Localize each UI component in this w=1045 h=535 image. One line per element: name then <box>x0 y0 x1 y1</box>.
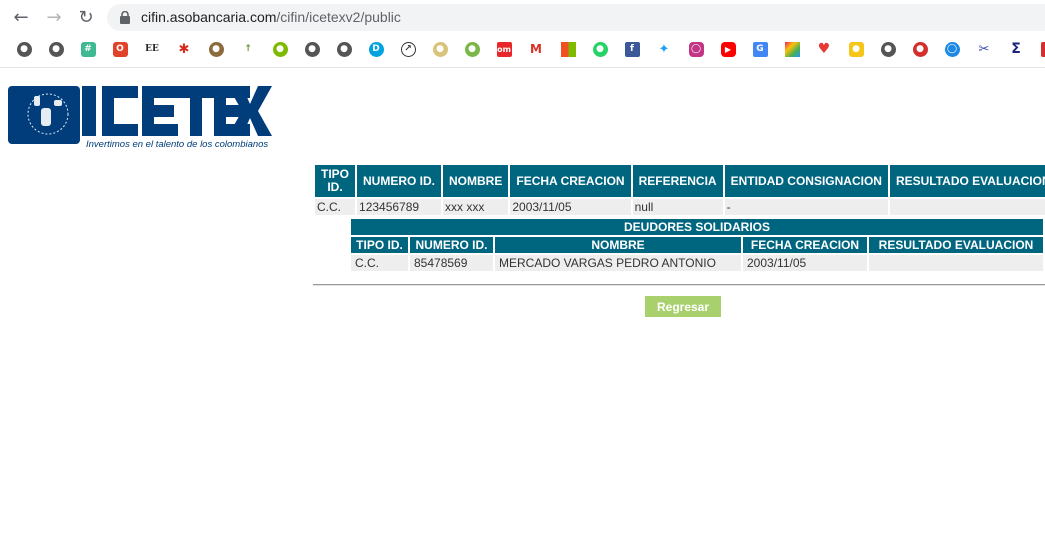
facebook-icon[interactable]: f <box>616 38 648 60</box>
reload-icon[interactable]: ↻ <box>75 6 97 28</box>
table-cell: 2003/11/05 <box>510 199 631 215</box>
table-cell: MERCADO VARGAS PEDRO ANTONIO <box>495 255 741 271</box>
scissors-icon[interactable]: ✂ <box>968 38 1000 60</box>
slack-icon[interactable]: # <box>72 38 104 60</box>
om-icon[interactable]: om <box>488 38 520 60</box>
url-text: cifin.asobancaria.com/cifin/icetexv2/pub… <box>141 9 401 25</box>
table-cell: 85478569 <box>410 255 493 271</box>
translate-icon[interactable]: G <box>744 38 776 60</box>
table-cell: null <box>632 199 723 215</box>
globe-icon[interactable]: ● <box>872 38 904 60</box>
puzzle-icon[interactable]: ● <box>840 38 872 60</box>
sigma-icon[interactable]: Σ <box>1000 38 1032 60</box>
bookmarks-bar: ● ● # O EE ✱ ● ↑ ● ● ● D ↗ ● ● om M ● f … <box>8 38 1045 60</box>
column-header: NOMBRE <box>443 165 509 197</box>
seal-icon[interactable]: ● <box>200 38 232 60</box>
whatsapp-icon[interactable]: ● <box>584 38 616 60</box>
heart-icon[interactable]: ♥ <box>808 38 840 60</box>
column-header: REFERENCIA <box>632 165 723 197</box>
youtube-icon[interactable]: ▶ <box>712 38 744 60</box>
speedometer-icon[interactable]: ↗ <box>392 38 424 60</box>
lock-icon <box>120 11 130 24</box>
table-row: C.C. 85478569 MERCADO VARGAS PEDRO ANTON… <box>351 255 1043 271</box>
microsoft-icon[interactable] <box>552 38 584 60</box>
table-cell: C.C. <box>315 199 356 215</box>
table-row: C.C. 123456789 xxx xxx 2003/11/05 null - <box>315 199 1045 215</box>
column-header: RESULTADO EVALUACION <box>869 237 1043 253</box>
bp-icon[interactable]: ● <box>264 38 296 60</box>
instagram-icon[interactable]: ◯ <box>680 38 712 60</box>
grid-icon[interactable] <box>776 38 808 60</box>
bowl-icon[interactable]: ● <box>424 38 456 60</box>
column-header: FECHA CREACION <box>743 237 867 253</box>
d-logo-icon[interactable]: D <box>360 38 392 60</box>
icetex-logo: Invertimos en el talento de los colombia… <box>8 86 272 150</box>
gmail-icon[interactable]: M <box>520 38 552 60</box>
globe-icon[interactable]: ● <box>328 38 360 60</box>
separator-line <box>313 284 1045 286</box>
android-icon[interactable]: ● <box>456 38 488 60</box>
deudores-title: DEUDORES SOLIDARIOS <box>351 219 1043 235</box>
maple-leaf-icon[interactable]: ✱ <box>168 38 200 60</box>
column-header: RESULTADO EVALUACION <box>889 165 1045 197</box>
page-content: Invertimos en el talento de los colombia… <box>0 69 1045 535</box>
globe-icon[interactable]: ● <box>40 38 72 60</box>
tomato-icon[interactable]: ● <box>904 38 936 60</box>
power-icon[interactable]: O <box>104 38 136 60</box>
table-cell: xxx xxx <box>443 199 509 215</box>
flag-icon[interactable] <box>1032 38 1045 60</box>
table-cell: 2003/11/05 <box>743 255 867 271</box>
regresar-button[interactable]: Regresar <box>645 296 721 317</box>
globe-icon[interactable]: ● <box>296 38 328 60</box>
browser-toolbar: ← → ↻ cifin.asobancaria.com/cifin/icetex… <box>0 0 1045 68</box>
address-bar[interactable]: cifin.asobancaria.com/cifin/icetexv2/pub… <box>107 4 1045 31</box>
ee-icon[interactable]: EE <box>136 38 168 60</box>
table-cell <box>889 199 1045 215</box>
table-cell: - <box>724 199 888 215</box>
column-header: NUMERO ID. <box>357 165 442 197</box>
column-header: ENTIDAD CONSIGNACION <box>724 165 888 197</box>
loop-icon[interactable]: ◯ <box>936 38 968 60</box>
deudores-title-row: DEUDORES SOLIDARIOS <box>351 219 1043 235</box>
table-header-row: TIPO ID. NUMERO ID. NOMBRE FECHA CREACIO… <box>351 237 1043 253</box>
twitter-icon[interactable]: ✦ <box>648 38 680 60</box>
globe-icon[interactable]: ● <box>8 38 40 60</box>
column-header: TIPO ID. <box>351 237 408 253</box>
deudores-solidarios-table: DEUDORES SOLIDARIOS TIPO ID. NUMERO ID. … <box>349 217 1045 273</box>
column-header: NUMERO ID. <box>410 237 493 253</box>
forward-arrow-icon[interactable]: → <box>43 6 65 28</box>
column-header: TIPO ID. <box>315 165 356 197</box>
main-results-table: TIPO ID. NUMERO ID. NOMBRE FECHA CREACIO… <box>313 163 1045 217</box>
logo-tagline: Invertimos en el talento de los colombia… <box>86 139 268 150</box>
back-arrow-icon[interactable]: ← <box>10 6 32 28</box>
table-header-row: TIPO ID. NUMERO ID. NOMBRE FECHA CREACIO… <box>315 165 1045 197</box>
figure-icon[interactable]: ↑ <box>232 38 264 60</box>
column-header: NOMBRE <box>495 237 741 253</box>
table-cell <box>869 255 1043 271</box>
column-header: FECHA CREACION <box>510 165 631 197</box>
table-cell: C.C. <box>351 255 408 271</box>
table-cell: 123456789 <box>357 199 442 215</box>
